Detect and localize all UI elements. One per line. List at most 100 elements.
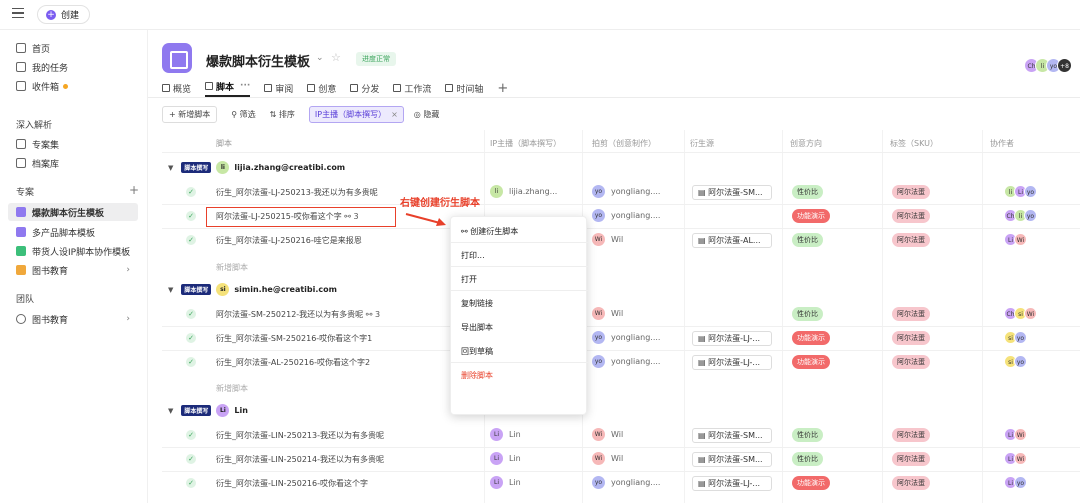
shoot-cell[interactable]: Wi Wil [592, 452, 623, 465]
star-icon[interactable]: ☆ [331, 51, 341, 64]
menu-icon[interactable] [12, 8, 24, 18]
collab-avatars[interactable]: si yo [1004, 331, 1027, 344]
check-icon[interactable]: ✓ [186, 430, 196, 440]
more-icon[interactable]: ··· [240, 81, 250, 91]
shoot-cell[interactable]: yo yongliang.... [592, 476, 660, 489]
ip-cell[interactable]: Li Lin [490, 452, 521, 465]
tag-cell[interactable]: 阿尔法蛋 [892, 185, 930, 199]
source-doc[interactable]: ▤ 阿尔法蛋-LJ-... [692, 355, 772, 370]
chevron-right-icon[interactable]: › [126, 314, 130, 324]
script-name[interactable]: 阿尔法蛋-SM-250212-我还以为有多贵呢 ⚯ 3 [216, 309, 380, 320]
check-icon[interactable]: ✓ [186, 187, 196, 197]
col-header-shoot[interactable]: 拍剪（创意制作） [592, 138, 656, 149]
sort-button[interactable]: ⇅ 排序 [270, 109, 295, 120]
col-header-direction[interactable]: 创意方向 [790, 138, 822, 149]
source-doc[interactable]: ▤ 阿尔法蛋-LJ-... [692, 476, 772, 491]
add-project-icon[interactable]: + [129, 183, 139, 197]
table-row[interactable]: ✓ 衍生_阿尔法蛋-LJ-250213-我还以为有多贵呢 li lijia.zha… [162, 180, 1080, 204]
tag-cell[interactable]: 阿尔法蛋 [892, 476, 930, 490]
direction-cell[interactable]: 性价比 [792, 452, 823, 466]
table-row[interactable]: ✓ 衍生_阿尔法蛋-AL-250216-哎你看这个字2 yo yongliang.… [162, 350, 1080, 374]
source-doc[interactable]: ▤ 阿尔法蛋-AL... [692, 233, 772, 248]
source-cell[interactable]: ▤ 阿尔法蛋-LJ-... [692, 355, 772, 370]
sidebar-item-project-3[interactable]: 带货人设IP脚本协作模板 [8, 242, 138, 260]
sidebar-item-team[interactable]: 图书教育 › [8, 310, 138, 328]
check-icon[interactable]: ✓ [186, 309, 196, 319]
direction-cell[interactable]: 性价比 [792, 185, 823, 199]
group-header[interactable]: ▼ 脚本撰写 Li Lin [168, 404, 248, 417]
ip-cell[interactable]: Li Lin [490, 476, 521, 489]
script-name[interactable]: 衍生_阿尔法蛋-LIN-250216-哎你看这个字 [216, 478, 368, 489]
tab-overview[interactable]: 概览 [162, 82, 191, 95]
sidebar-item-archive[interactable]: 档案库 [8, 154, 138, 172]
ip-cell[interactable]: Li Lin [490, 428, 521, 441]
sidebar-item-project-2[interactable]: 多产品脚本模板 [8, 223, 138, 241]
tab-distribute[interactable]: 分发 [350, 82, 379, 95]
source-doc[interactable]: ▤ 阿尔法蛋-SM... [692, 185, 772, 200]
script-name[interactable]: 衍生_阿尔法蛋-LJ-250216-哇它是来报恩 [216, 235, 362, 246]
collapse-icon[interactable]: ▼ [168, 407, 173, 415]
menu-item-create-derivative[interactable]: ⚯ 创建衍生脚本 [461, 226, 518, 237]
collab-avatars[interactable]: Li yo [1004, 476, 1027, 489]
check-icon[interactable]: ✓ [186, 211, 196, 221]
collab-avatars[interactable]: Ch li yo [1004, 209, 1037, 222]
tag-cell[interactable]: 阿尔法蛋 [892, 355, 930, 369]
col-header-collab[interactable]: 协作者 [990, 138, 1014, 149]
menu-item-copy-link[interactable]: 复制链接 [461, 298, 493, 309]
ip-cell[interactable]: li lijia.zhang... [490, 185, 557, 198]
shoot-cell[interactable]: Wi Wil [592, 428, 623, 441]
tag-cell[interactable]: 阿尔法蛋 [892, 233, 930, 247]
shoot-cell[interactable]: Wi Wil [592, 233, 623, 246]
direction-cell[interactable]: 性价比 [792, 428, 823, 442]
group-header[interactable]: ▼ 脚本撰写 li lijia.zhang@creatibi.com [168, 161, 345, 174]
direction-cell[interactable]: 功能演示 [792, 209, 830, 223]
menu-item-delete[interactable]: 删除脚本 [461, 370, 493, 381]
menu-item-export[interactable]: 导出脚本 [461, 322, 493, 333]
source-cell[interactable]: ▤ 阿尔法蛋-SM... [692, 185, 772, 200]
script-name[interactable]: 衍生_阿尔法蛋-SM-250216-哎你看这个字1 [216, 333, 372, 344]
shoot-cell[interactable]: yo yongliang.... [592, 355, 660, 368]
collab-avatars[interactable]: Li Wi [1004, 233, 1027, 246]
filter-button[interactable]: ⚲ 筛选 [231, 109, 255, 120]
add-tab-icon[interactable]: + [497, 81, 508, 96]
tab-script[interactable]: 脚本 ··· [205, 80, 251, 97]
source-doc[interactable]: ▤ 阿尔法蛋-LJ-... [692, 331, 772, 346]
check-icon[interactable]: ✓ [186, 478, 196, 488]
sidebar-item-tasks[interactable]: 我的任务 [8, 58, 138, 76]
hide-button[interactable]: ◎ 隐藏 [414, 109, 440, 120]
table-row[interactable]: ✓ 衍生_阿尔法蛋-LJ-250216-哇它是来报恩 Wi Wil ▤ 阿尔法蛋-… [162, 228, 1080, 252]
source-cell[interactable]: ▤ 阿尔法蛋-LJ-... [692, 476, 772, 491]
shoot-cell[interactable]: yo yongliang.... [592, 185, 660, 198]
sidebar-item-project-1[interactable]: 爆款脚本衍生模板 [8, 203, 138, 221]
col-header-ip[interactable]: IP主播（脚本撰写） [490, 138, 561, 149]
chevron-right-icon[interactable]: › [126, 265, 130, 275]
script-name[interactable]: 衍生_阿尔法蛋-LIN-250213-我还以为有多贵呢 [216, 430, 384, 441]
menu-item-back-to-draft[interactable]: 回到草稿 [461, 346, 493, 357]
new-script-button[interactable]: + 新增脚本 [162, 105, 218, 123]
table-row[interactable]: ✓ 衍生_阿尔法蛋-SM-250216-哎你看这个字1 yo yongliang.… [162, 326, 1080, 350]
tag-cell[interactable]: 阿尔法蛋 [892, 307, 930, 321]
tab-workflow[interactable]: 工作流 [393, 82, 431, 95]
col-header-source[interactable]: 衍生源 [690, 138, 714, 149]
chevron-down-icon[interactable]: ⌄ [316, 53, 324, 63]
table-row[interactable]: ✓ 衍生_阿尔法蛋-LIN-250213-我还以为有多贵呢 Li Lin Wi Wi… [162, 423, 1080, 447]
add-script-link[interactable]: 新增脚本 [216, 383, 248, 394]
direction-cell[interactable]: 功能演示 [792, 355, 830, 369]
tab-creative[interactable]: 创意 [307, 82, 336, 95]
tag-cell[interactable]: 阿尔法蛋 [892, 331, 930, 345]
menu-item-open[interactable]: 打开 [461, 274, 477, 285]
shoot-cell[interactable]: Wi Wil [592, 307, 623, 320]
source-doc[interactable]: ▤ 阿尔法蛋-SM... [692, 428, 772, 443]
collab-avatars[interactable]: Li Wi [1004, 452, 1027, 465]
source-doc[interactable]: ▤ 阿尔法蛋-SM... [692, 452, 772, 467]
script-name[interactable]: 衍生_阿尔法蛋-LIN-250214-我还以为有多贵呢 [216, 454, 384, 465]
active-filter-chip[interactable]: IP主播（脚本撰写） × [308, 105, 404, 123]
col-header-tag[interactable]: 标签（SKU） [890, 138, 938, 149]
collab-avatars[interactable]: li Li yo [1004, 185, 1037, 198]
script-name[interactable]: 衍生_阿尔法蛋-AL-250216-哎你看这个字2 [216, 357, 370, 368]
check-icon[interactable]: ✓ [186, 333, 196, 343]
tag-cell[interactable]: 阿尔法蛋 [892, 209, 930, 223]
sidebar-item-collections[interactable]: 专案集 [8, 135, 138, 153]
check-icon[interactable]: ✓ [186, 454, 196, 464]
sidebar-item-inbox[interactable]: 收件箱 [8, 77, 138, 95]
